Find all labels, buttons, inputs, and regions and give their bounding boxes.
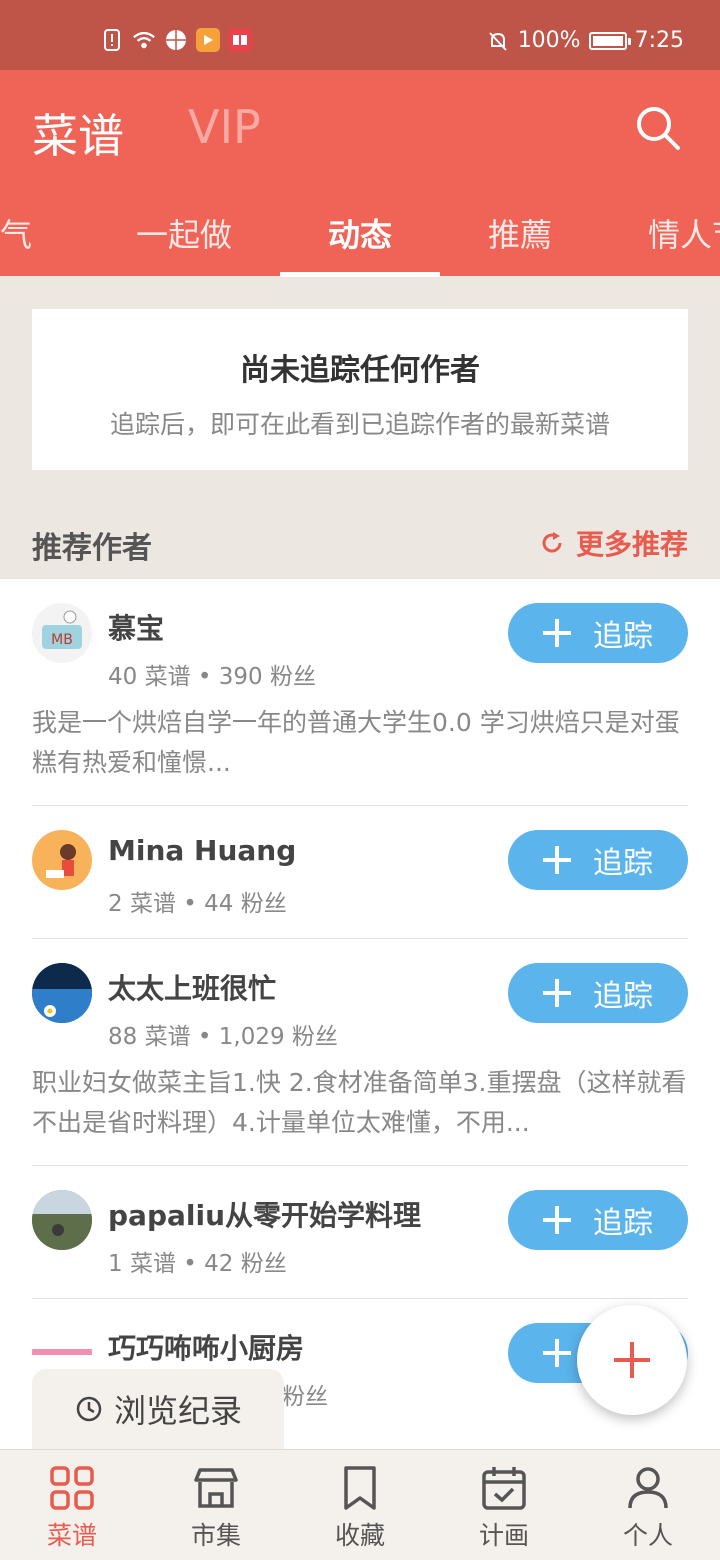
svg-text:MB: MB: [51, 632, 73, 648]
author-stats: 粉丝: [282, 1384, 328, 1410]
list-item: Mina Huang 2 菜谱 • 44 粉丝 追踪: [32, 806, 688, 939]
nav-recipes[interactable]: 菜谱: [0, 1464, 144, 1552]
more-recommendations-label: 更多推荐: [575, 528, 688, 561]
author-name[interactable]: 巧巧咘咘小厨房: [108, 1327, 304, 1367]
more-recommendations-button[interactable]: 更多推荐: [540, 523, 688, 563]
bottom-navigation: 菜谱 市集 收藏 计画 个人: [0, 1449, 720, 1560]
tab-cook-together[interactable]: 一起做: [136, 210, 232, 256]
plus-icon: [614, 1342, 650, 1378]
battery-percent: 100%: [517, 28, 581, 53]
nav-favorites[interactable]: 收藏: [288, 1464, 432, 1552]
plus-icon: [543, 846, 571, 874]
avatar[interactable]: [32, 830, 92, 890]
store-icon: [194, 1468, 238, 1508]
refresh-icon: [542, 532, 562, 553]
video-app-icon: [196, 28, 220, 52]
follow-button[interactable]: 追踪: [508, 830, 688, 890]
empty-follow-card: 尚未追踪任何作者 追踪后，即可在此看到已追踪作者的最新菜谱: [32, 309, 688, 470]
bookmark-icon: [344, 1466, 376, 1510]
author-bio: 我是一个烘焙自学一年的普通大学生0.0 学习烘焙只是对蛋糕有热爱和憧憬...: [32, 708, 680, 777]
author-stats: 88 菜谱 • 1,029 粉丝: [108, 1024, 338, 1050]
author-name[interactable]: 慕宝: [108, 607, 164, 647]
search-icon: [637, 107, 680, 150]
nav-plan[interactable]: 计画: [432, 1464, 576, 1552]
author-stats: 40 菜谱 • 390 粉丝: [108, 664, 316, 690]
tab-feed[interactable]: 动态: [328, 210, 392, 256]
list-item: 太太上班很忙 88 菜谱 • 1,029 粉丝 追踪 职业妇女做菜主旨1.快 2…: [32, 939, 688, 1166]
follow-label: 追踪: [593, 979, 653, 1014]
follow-button[interactable]: 追踪: [508, 963, 688, 1023]
avatar[interactable]: MB: [32, 603, 92, 663]
plus-icon: [543, 979, 571, 1007]
notification-icons: [100, 28, 252, 52]
status-bar: 100% 7:25: [0, 0, 720, 70]
app-title[interactable]: 菜谱: [32, 100, 124, 166]
author-bio: 职业妇女做菜主旨1.快 2.食材准备简单3.重摆盘（这样就看不出是省时料理）4.…: [32, 1068, 687, 1137]
add-button[interactable]: [577, 1305, 687, 1415]
active-tab-indicator: [280, 272, 440, 277]
nav-profile[interactable]: 个人: [576, 1464, 720, 1552]
author-stats: 1 菜谱 • 42 粉丝: [108, 1251, 287, 1277]
follow-label: 追踪: [593, 1206, 653, 1241]
follow-label: 追踪: [593, 619, 653, 654]
nav-label: 收藏: [334, 1521, 385, 1550]
battery-icon: [588, 31, 631, 50]
person-icon: [628, 1467, 668, 1509]
grid-icon: [50, 1466, 94, 1510]
book-app-icon: [228, 28, 252, 52]
follow-button[interactable]: 追踪: [508, 603, 688, 663]
tab-recommended[interactable]: 推薦: [488, 210, 552, 256]
tab-bar: 人气 一起做 动态 推薦 情人节: [0, 200, 720, 277]
empty-description: 追踪后，即可在此看到已追踪作者的最新菜谱: [109, 410, 610, 439]
tab-valentines[interactable]: 情人节: [648, 210, 720, 256]
author-name[interactable]: Mina Huang: [108, 834, 296, 867]
plus-icon: [543, 1339, 571, 1367]
bell-off-icon: [486, 29, 510, 53]
avatar[interactable]: [32, 1190, 92, 1250]
nav-label: 市集: [190, 1521, 241, 1550]
browse-history-label: 浏览纪录: [113, 1392, 242, 1430]
wifi-icon: [132, 28, 156, 52]
follow-label: 追踪: [593, 846, 653, 881]
sim-alert-icon: [100, 28, 124, 52]
list-item: papaliu从零开始学料理 1 菜谱 • 42 粉丝 追踪: [32, 1166, 688, 1299]
tab-popular[interactable]: 人气: [0, 210, 32, 256]
basketball-icon: [164, 28, 188, 52]
calendar-check-icon: [482, 1467, 526, 1510]
vip-tab[interactable]: VIP: [188, 100, 261, 154]
list-item: MB 慕宝 40 菜谱 • 390 粉丝 追踪 我是一个烘焙自学一年的普通大学生…: [32, 579, 688, 806]
empty-title: 尚未追踪任何作者: [240, 353, 480, 388]
search-button[interactable]: [630, 100, 686, 156]
system-status: 100% 7:25: [486, 28, 684, 53]
avatar[interactable]: [32, 963, 92, 1023]
app-header: 菜谱 VIP 人气 一起做 动态 推薦 情人节: [0, 70, 720, 277]
recommended-authors-heading: 推荐作者: [32, 531, 152, 566]
plus-icon: [543, 1206, 571, 1234]
nav-label: 个人: [622, 1521, 673, 1550]
author-stats: 2 菜谱 • 44 粉丝: [108, 891, 287, 917]
follow-button[interactable]: 追踪: [508, 1190, 688, 1250]
nav-label: 计画: [478, 1521, 529, 1550]
history-icon: [76, 1396, 102, 1422]
nav-market[interactable]: 市集: [144, 1464, 288, 1552]
plus-icon: [543, 619, 571, 647]
browse-history-button[interactable]: 浏览纪录: [32, 1369, 284, 1449]
author-name[interactable]: 太太上班很忙: [108, 967, 276, 1007]
author-name[interactable]: papaliu从零开始学料理: [108, 1194, 421, 1234]
clock: 7:25: [634, 28, 684, 53]
nav-label: 菜谱: [46, 1521, 97, 1550]
